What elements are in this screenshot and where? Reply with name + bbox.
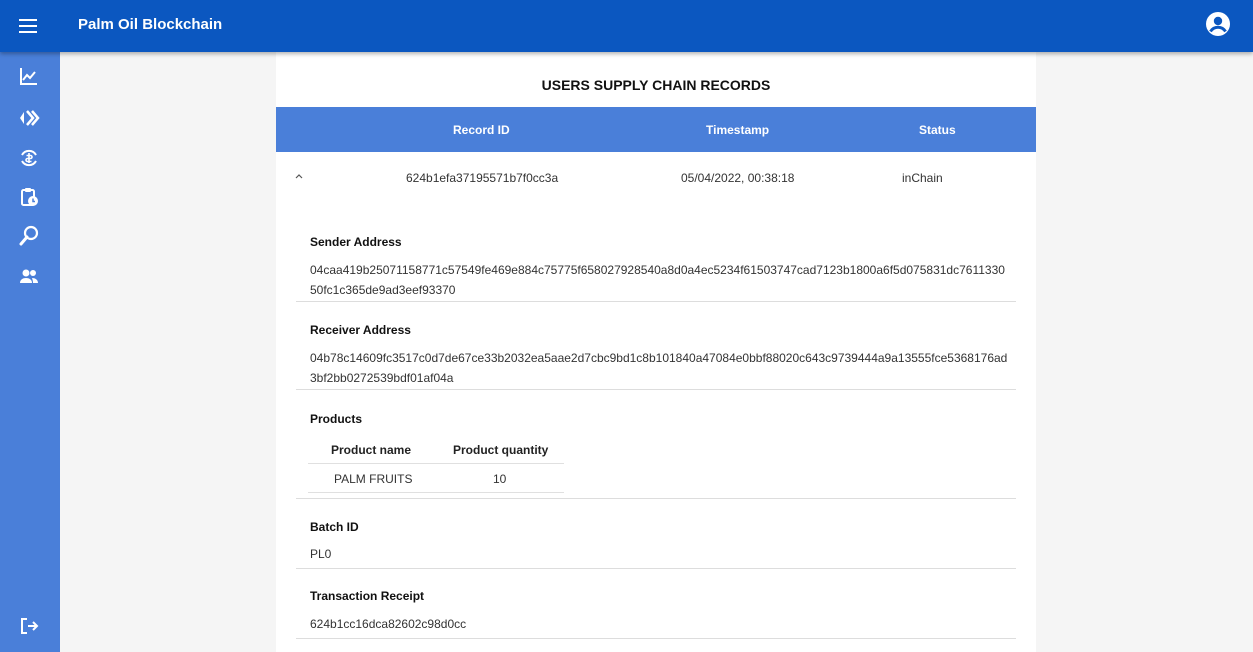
batch-label: Batch ID: [310, 520, 359, 534]
sidebar-item-records[interactable]: [18, 186, 40, 208]
table-row: PALM FRUITS 10: [308, 464, 564, 493]
group-icon: [20, 269, 38, 283]
column-record-id: Record ID: [453, 123, 510, 137]
column-timestamp: Timestamp: [706, 123, 770, 137]
sender-label: Sender Address: [310, 235, 402, 249]
column-status: Status: [919, 123, 956, 137]
receiver-label: Receiver Address: [310, 323, 411, 337]
receiver-section: Receiver Address 04b78c14609fc3517c0d7de…: [296, 302, 1016, 390]
record-id: 624b1efa37195571b7f0cc3a: [406, 171, 559, 185]
app-title: Palm Oil Blockchain: [78, 16, 223, 33]
batch-section: Batch ID PL0: [296, 499, 1016, 569]
sidebar-item-users[interactable]: [18, 265, 40, 287]
record-timestamp: 05/04/2022, 00:38:18: [681, 171, 795, 185]
receipt-value: 624b1cc16dca82602c98d0cc: [310, 617, 467, 631]
products-table-header: Product name Product quantity: [308, 437, 564, 464]
app-bar: Palm Oil Blockchain: [0, 0, 1253, 52]
hamburger-icon: [19, 31, 37, 33]
logout-button[interactable]: [18, 615, 40, 637]
records-card: USERS SUPPLY CHAIN RECORDS Record ID Tim…: [276, 52, 1036, 652]
table-row[interactable]: 624b1efa37195571b7f0cc3a 05/04/2022, 00:…: [276, 152, 1036, 202]
products-label: Products: [310, 412, 363, 426]
sidebar-item-exchange[interactable]: [18, 147, 40, 169]
currency-exchange-icon: [21, 149, 37, 167]
record-status: inChain: [902, 171, 943, 185]
sidebar-item-search[interactable]: [18, 225, 40, 247]
search-icon: [19, 225, 39, 246]
sender-value: 04caa419b25071158771c57549fe469e884c7577…: [310, 263, 1005, 297]
hamburger-icon: [19, 25, 37, 27]
batch-value: PL0: [310, 547, 332, 561]
menu-button[interactable]: [16, 14, 40, 38]
clipboard-clock-icon: [21, 188, 38, 206]
page-title: USERS SUPPLY CHAIN RECORDS: [541, 77, 771, 93]
receiver-value: 04b78c14609fc3517c0d7de67ce33b2032ea5aae…: [310, 351, 1008, 385]
chevron-up-icon[interactable]: [294, 171, 304, 181]
chart-icon: [20, 68, 37, 85]
sidebar-item-dashboard[interactable]: [18, 65, 40, 87]
sidebar: [0, 52, 60, 652]
account-button[interactable]: [1205, 11, 1231, 37]
receipt-label: Transaction Receipt: [310, 589, 425, 603]
hamburger-icon: [19, 19, 37, 21]
column-product-name: Product name: [331, 443, 412, 457]
table-header: Record ID Timestamp Status: [276, 107, 1036, 152]
account-circle-icon: [1206, 12, 1230, 36]
sidebar-item-transfer[interactable]: [18, 107, 40, 129]
product-name: PALM FRUITS: [334, 472, 413, 486]
double-chevron-icon: [20, 110, 40, 126]
receipt-section: Transaction Receipt 624b1cc16dca82602c98…: [296, 569, 1016, 639]
sender-section: Sender Address 04caa419b25071158771c5754…: [296, 232, 1016, 302]
column-product-quantity: Product quantity: [453, 443, 549, 457]
product-quantity: 10: [493, 472, 507, 486]
logout-icon: [21, 618, 39, 634]
